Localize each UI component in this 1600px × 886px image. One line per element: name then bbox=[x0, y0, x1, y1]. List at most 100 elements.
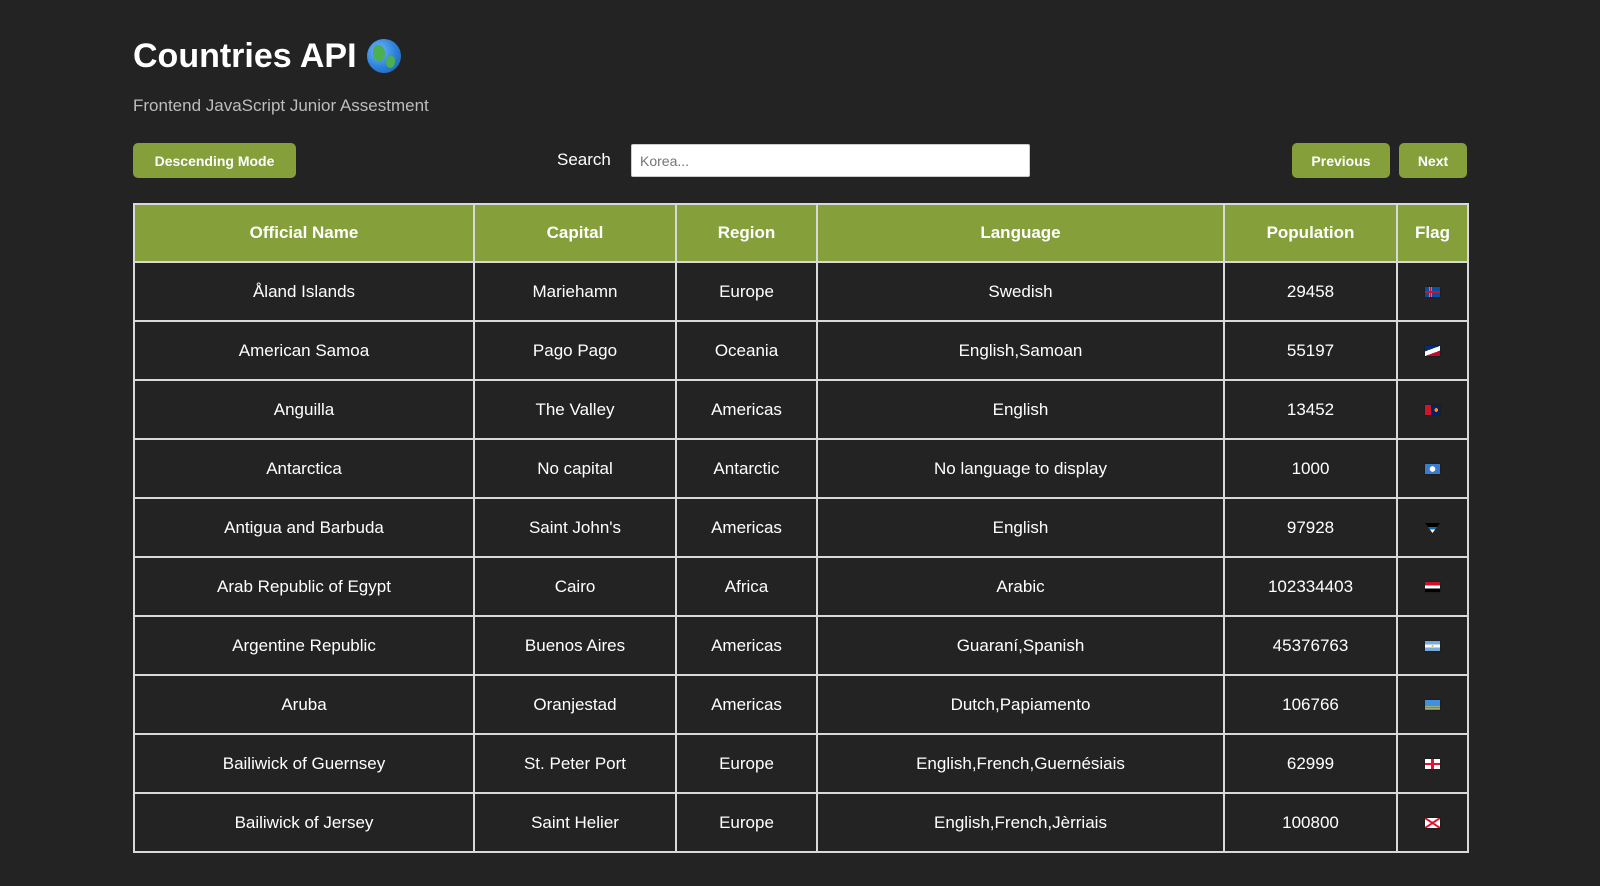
column-header-population: Population bbox=[1223, 203, 1398, 263]
cell-flag bbox=[1396, 438, 1469, 499]
cell-region: Oceania bbox=[675, 320, 818, 381]
cell-population: 1000 bbox=[1223, 438, 1398, 499]
aruba-flag-icon bbox=[1425, 700, 1440, 711]
column-header-capital: Capital bbox=[473, 203, 677, 263]
cell-language: English,French,Guernésiais bbox=[816, 733, 1225, 794]
table-row: Arab Republic of Egypt Cairo Africa Arab… bbox=[133, 556, 1469, 617]
cell-official-name: Anguilla bbox=[133, 379, 475, 440]
cell-population: 106766 bbox=[1223, 674, 1398, 735]
search-label: Search bbox=[557, 150, 611, 169]
cell-region: Antarctic bbox=[675, 438, 818, 499]
cell-region: Africa bbox=[675, 556, 818, 617]
cell-region: Europe bbox=[675, 792, 818, 853]
cell-official-name: Antarctica bbox=[133, 438, 475, 499]
cell-official-name: Åland Islands bbox=[133, 261, 475, 322]
cell-official-name: Bailiwick of Jersey bbox=[133, 792, 475, 853]
cell-region: Americas bbox=[675, 379, 818, 440]
cell-capital: Buenos Aires bbox=[473, 615, 677, 676]
cell-population: 55197 bbox=[1223, 320, 1398, 381]
cell-region: Europe bbox=[675, 733, 818, 794]
previous-button[interactable]: Previous bbox=[1292, 143, 1390, 178]
descending-mode-button[interactable]: Descending Mode bbox=[133, 143, 296, 178]
antigua-barbuda-flag-icon bbox=[1425, 523, 1440, 534]
cell-language: Guaraní,Spanish bbox=[816, 615, 1225, 676]
cell-population: 102334403 bbox=[1223, 556, 1398, 617]
cell-capital: Cairo bbox=[473, 556, 677, 617]
column-header-official-name: Official Name bbox=[133, 203, 475, 263]
countries-app: Countries API Frontend JavaScript Junior… bbox=[0, 0, 1600, 886]
cell-language: English bbox=[816, 497, 1225, 558]
anguilla-flag-icon bbox=[1425, 405, 1440, 416]
cell-language: English,French,Jèrriais bbox=[816, 792, 1225, 853]
cell-region: Americas bbox=[675, 497, 818, 558]
guernsey-flag-icon bbox=[1425, 759, 1440, 770]
cell-official-name: Bailiwick of Guernsey bbox=[133, 733, 475, 794]
cell-flag bbox=[1396, 556, 1469, 617]
cell-language: English bbox=[816, 379, 1225, 440]
cell-capital: Oranjestad bbox=[473, 674, 677, 735]
cell-population: 100800 bbox=[1223, 792, 1398, 853]
cell-language: Swedish bbox=[816, 261, 1225, 322]
cell-flag bbox=[1396, 792, 1469, 853]
cell-language: English,Samoan bbox=[816, 320, 1225, 381]
table-row: Anguilla The Valley Americas English 134… bbox=[133, 379, 1469, 440]
egypt-flag-icon bbox=[1425, 582, 1440, 593]
aland-flag-icon bbox=[1425, 287, 1440, 298]
globe-americas-icon bbox=[366, 39, 401, 73]
cell-population: 62999 bbox=[1223, 733, 1398, 794]
column-header-region: Region bbox=[675, 203, 818, 263]
cell-official-name: Argentine Republic bbox=[133, 615, 475, 676]
table-body: Åland Islands Mariehamn Europe Swedish 2… bbox=[133, 261, 1469, 853]
cell-capital: Pago Pago bbox=[473, 320, 677, 381]
cell-region: Europe bbox=[675, 261, 818, 322]
cell-flag bbox=[1396, 379, 1469, 440]
cell-official-name: Aruba bbox=[133, 674, 475, 735]
page-title-text: Countries API bbox=[133, 37, 357, 75]
cell-population: 29458 bbox=[1223, 261, 1398, 322]
cell-population: 97928 bbox=[1223, 497, 1398, 558]
cell-capital: St. Peter Port bbox=[473, 733, 677, 794]
search-input[interactable] bbox=[631, 144, 1030, 177]
table-row: Antigua and Barbuda Saint John's America… bbox=[133, 497, 1469, 558]
column-header-flag: Flag bbox=[1396, 203, 1469, 263]
page-title: Countries API bbox=[133, 34, 429, 78]
cell-flag bbox=[1396, 320, 1469, 381]
table-row: Argentine Republic Buenos Aires Americas… bbox=[133, 615, 1469, 676]
table-row: Bailiwick of Jersey Saint Helier Europe … bbox=[133, 792, 1469, 853]
cell-language: Dutch,Papiamento bbox=[816, 674, 1225, 735]
cell-language: Arabic bbox=[816, 556, 1225, 617]
cell-official-name: Antigua and Barbuda bbox=[133, 497, 475, 558]
table-row: Antarctica No capital Antarctic No langu… bbox=[133, 438, 1469, 499]
table-row: Bailiwick of Guernsey St. Peter Port Eur… bbox=[133, 733, 1469, 794]
table-row: American Samoa Pago Pago Oceania English… bbox=[133, 320, 1469, 381]
cell-capital: Mariehamn bbox=[473, 261, 677, 322]
next-button[interactable]: Next bbox=[1399, 143, 1467, 178]
cell-flag bbox=[1396, 261, 1469, 322]
argentina-flag-icon bbox=[1425, 641, 1440, 652]
countries-table: Official Name Capital Region Language Po… bbox=[133, 203, 1469, 853]
cell-flag bbox=[1396, 733, 1469, 794]
cell-flag bbox=[1396, 615, 1469, 676]
column-header-language: Language bbox=[816, 203, 1225, 263]
cell-capital: No capital bbox=[473, 438, 677, 499]
page-subtitle: Frontend JavaScript Junior Assestment bbox=[133, 96, 429, 115]
cell-capital: The Valley bbox=[473, 379, 677, 440]
antarctica-flag-icon bbox=[1425, 464, 1440, 475]
cell-population: 45376763 bbox=[1223, 615, 1398, 676]
cell-official-name: Arab Republic of Egypt bbox=[133, 556, 475, 617]
cell-capital: Saint John's bbox=[473, 497, 677, 558]
table-row: Åland Islands Mariehamn Europe Swedish 2… bbox=[133, 261, 1469, 322]
cell-population: 13452 bbox=[1223, 379, 1398, 440]
jersey-flag-icon bbox=[1425, 818, 1440, 829]
cell-language: No language to display bbox=[816, 438, 1225, 499]
table-header-row: Official Name Capital Region Language Po… bbox=[133, 203, 1469, 263]
american-samoa-flag-icon bbox=[1425, 346, 1440, 357]
cell-region: Americas bbox=[675, 615, 818, 676]
cell-region: Americas bbox=[675, 674, 818, 735]
cell-flag bbox=[1396, 497, 1469, 558]
page-header: Countries API Frontend JavaScript Junior… bbox=[133, 34, 429, 116]
cell-capital: Saint Helier bbox=[473, 792, 677, 853]
cell-flag bbox=[1396, 674, 1469, 735]
table-row: Aruba Oranjestad Americas Dutch,Papiamen… bbox=[133, 674, 1469, 735]
cell-official-name: American Samoa bbox=[133, 320, 475, 381]
